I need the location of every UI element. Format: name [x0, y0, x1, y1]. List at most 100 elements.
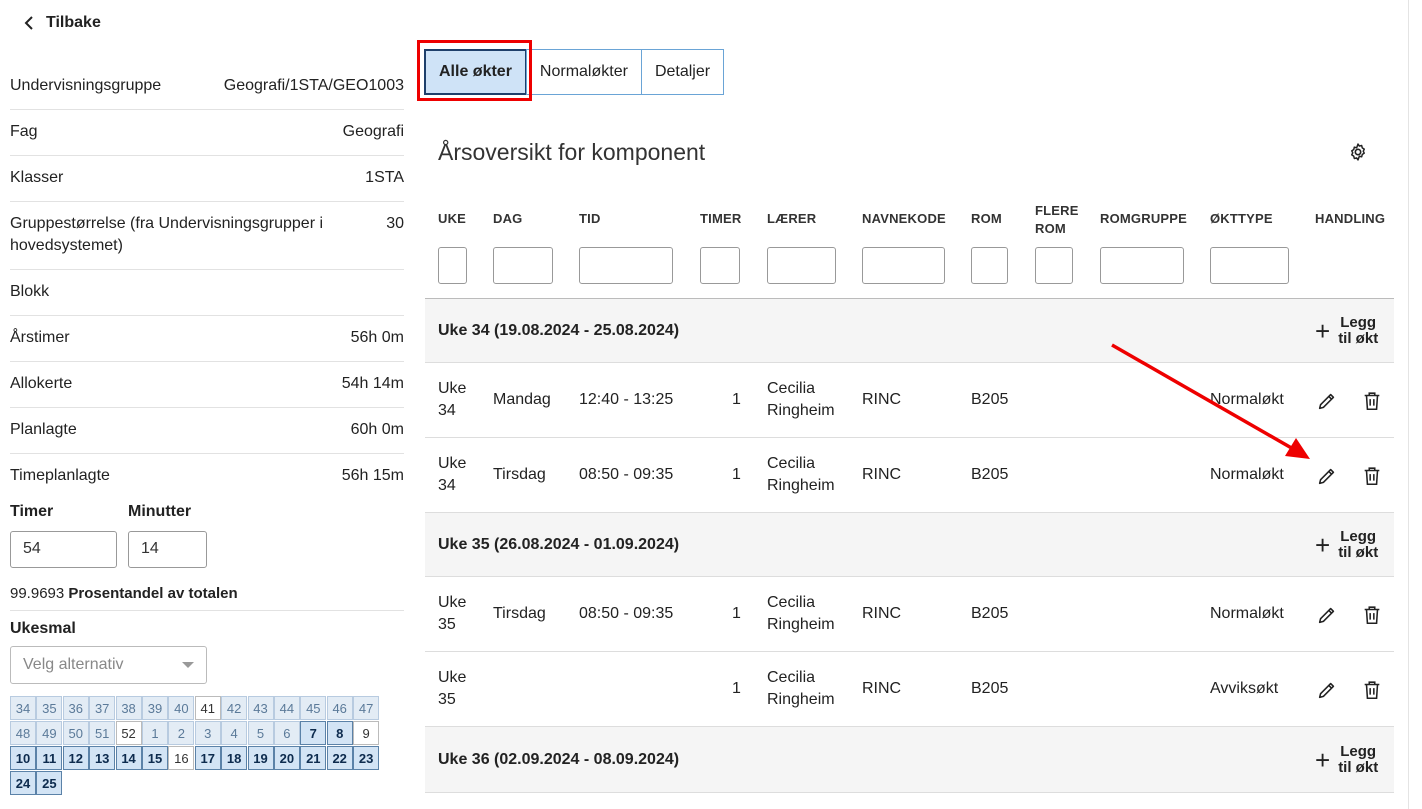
info-value: Geografi/1STA/GEO1003: [223, 77, 404, 94]
week-cell[interactable]: 49: [36, 721, 63, 745]
week-cell[interactable]: 23: [353, 746, 380, 770]
info-row: Årstimer 56h 0m: [10, 316, 404, 362]
col-navnekode: NAVNEKODE: [862, 211, 946, 226]
week-cell[interactable]: 25: [36, 771, 63, 795]
week-cell[interactable]: 16: [168, 746, 195, 770]
week-cell[interactable]: 8: [326, 721, 353, 745]
cell-uke: Uke 35: [438, 592, 466, 636]
ukesmal-label: Ukesmal: [10, 620, 76, 637]
week-cell[interactable]: 24: [10, 771, 36, 795]
week-cell[interactable]: 9: [353, 721, 380, 745]
week-cell[interactable]: 22: [326, 746, 353, 770]
delete-button[interactable]: [1361, 390, 1383, 412]
tab-normalokter[interactable]: Normaløkter: [525, 49, 642, 95]
week-cell[interactable]: 4: [221, 721, 248, 745]
edit-button[interactable]: [1316, 604, 1338, 626]
week-cell[interactable]: 48: [10, 721, 36, 745]
trash-icon: [1364, 467, 1380, 486]
week-cell[interactable]: 50: [62, 721, 89, 745]
cell-laerer-line1: Cecilia: [767, 455, 816, 472]
filter-flere-rom[interactable]: [1035, 247, 1073, 284]
filter-okttype[interactable]: [1210, 247, 1289, 284]
week-cell[interactable]: 19: [247, 746, 274, 770]
edit-button[interactable]: [1316, 679, 1338, 701]
cell-uke: Uke 34: [438, 453, 466, 497]
week-cell[interactable]: 39: [141, 696, 168, 720]
gear-icon[interactable]: [1348, 142, 1368, 162]
tab-detaljer[interactable]: Detaljer: [640, 49, 725, 95]
week-cell[interactable]: 36: [62, 696, 89, 720]
week-cell[interactable]: 5: [247, 721, 274, 745]
cell-laerer-line2: Ringheim: [767, 402, 835, 419]
delete-button[interactable]: [1361, 679, 1383, 701]
week-cell[interactable]: 15: [141, 746, 168, 770]
delete-button[interactable]: [1361, 465, 1383, 487]
filter-laerer[interactable]: [767, 247, 836, 284]
week-cell[interactable]: 44: [273, 696, 300, 720]
col-flere-rom-line1: FLERE: [1035, 203, 1079, 218]
week-cell[interactable]: 10: [10, 746, 36, 770]
add-session-button[interactable]: + Legg til økt: [1315, 528, 1379, 561]
cell-uke-line2: 35: [438, 616, 456, 633]
filter-uke[interactable]: [438, 247, 467, 284]
filter-dag[interactable]: [493, 247, 553, 284]
week-cell[interactable]: 21: [300, 746, 327, 770]
delete-button[interactable]: [1361, 604, 1383, 626]
cell-uke-line1: Uke: [438, 455, 467, 472]
filter-rom[interactable]: [971, 247, 1008, 284]
filter-navnekode[interactable]: [862, 247, 945, 284]
week-cell[interactable]: 37: [89, 696, 116, 720]
week-cell[interactable]: 35: [36, 696, 63, 720]
back-button[interactable]: Tilbake: [22, 14, 101, 32]
edit-button[interactable]: [1316, 390, 1338, 412]
tab-alle-okter[interactable]: Alle økter: [424, 49, 527, 95]
week-cell[interactable]: 52: [115, 721, 142, 745]
week-cell[interactable]: 46: [326, 696, 353, 720]
scrollbar[interactable]: [1408, 0, 1409, 809]
week-cell[interactable]: 43: [247, 696, 274, 720]
col-okttype: ØKTTYPE: [1210, 211, 1273, 226]
week-cell[interactable]: 51: [89, 721, 116, 745]
week-cell[interactable]: 34: [10, 696, 36, 720]
add-label-line2: til økt: [1338, 543, 1379, 561]
info-label: Blokk: [10, 283, 50, 300]
week-cell[interactable]: 6: [273, 721, 300, 745]
filter-timer[interactable]: [700, 247, 740, 284]
cell-uke-line1: Uke: [438, 669, 467, 686]
edit-button[interactable]: [1316, 465, 1338, 487]
week-cell[interactable]: 11: [36, 746, 63, 770]
minutter-input[interactable]: 14: [128, 531, 207, 568]
week-cell[interactable]: 41: [194, 696, 221, 720]
week-cell[interactable]: 20: [273, 746, 300, 770]
filter-tid[interactable]: [579, 247, 673, 284]
week-cell[interactable]: 18: [221, 746, 248, 770]
pencil-icon: [1318, 682, 1335, 699]
cell-timer: 1: [732, 605, 741, 622]
week-cell[interactable]: 38: [115, 696, 142, 720]
filter-romgruppe[interactable]: [1100, 247, 1184, 284]
week-cell[interactable]: 14: [115, 746, 142, 770]
col-flere-rom: FLERE ROM: [1035, 202, 1079, 238]
week-cell[interactable]: 1: [141, 721, 168, 745]
add-session-button[interactable]: + Legg til økt: [1315, 742, 1378, 776]
ukesmal-select[interactable]: Velg alternativ: [10, 646, 207, 684]
info-row: Undervisningsgruppe Geografi/1STA/GEO1003: [10, 64, 404, 110]
table-row: Uke 34 Tirsdag 08:50 - 09:35 1 Cecilia Rin…: [425, 438, 1394, 513]
info-value: Geografi: [342, 123, 404, 140]
week-cell[interactable]: 13: [89, 746, 116, 770]
week-cell[interactable]: 3: [194, 721, 221, 745]
col-rom: ROM: [971, 211, 1002, 226]
add-label-line1: Legg: [1340, 742, 1377, 760]
week-cell[interactable]: 7: [300, 721, 327, 745]
info-row: Blokk: [10, 270, 404, 316]
timer-input[interactable]: 54: [10, 531, 117, 568]
week-cell[interactable]: 2: [168, 721, 195, 745]
add-session-button[interactable]: + Legg til økt: [1315, 314, 1378, 347]
col-handling: HANDLING: [1315, 211, 1386, 226]
week-cell[interactable]: 42: [221, 696, 248, 720]
week-cell[interactable]: 47: [353, 696, 380, 720]
week-cell[interactable]: 45: [300, 696, 327, 720]
week-cell[interactable]: 17: [194, 746, 221, 770]
week-cell[interactable]: 40: [168, 696, 195, 720]
week-cell[interactable]: 12: [62, 746, 89, 770]
